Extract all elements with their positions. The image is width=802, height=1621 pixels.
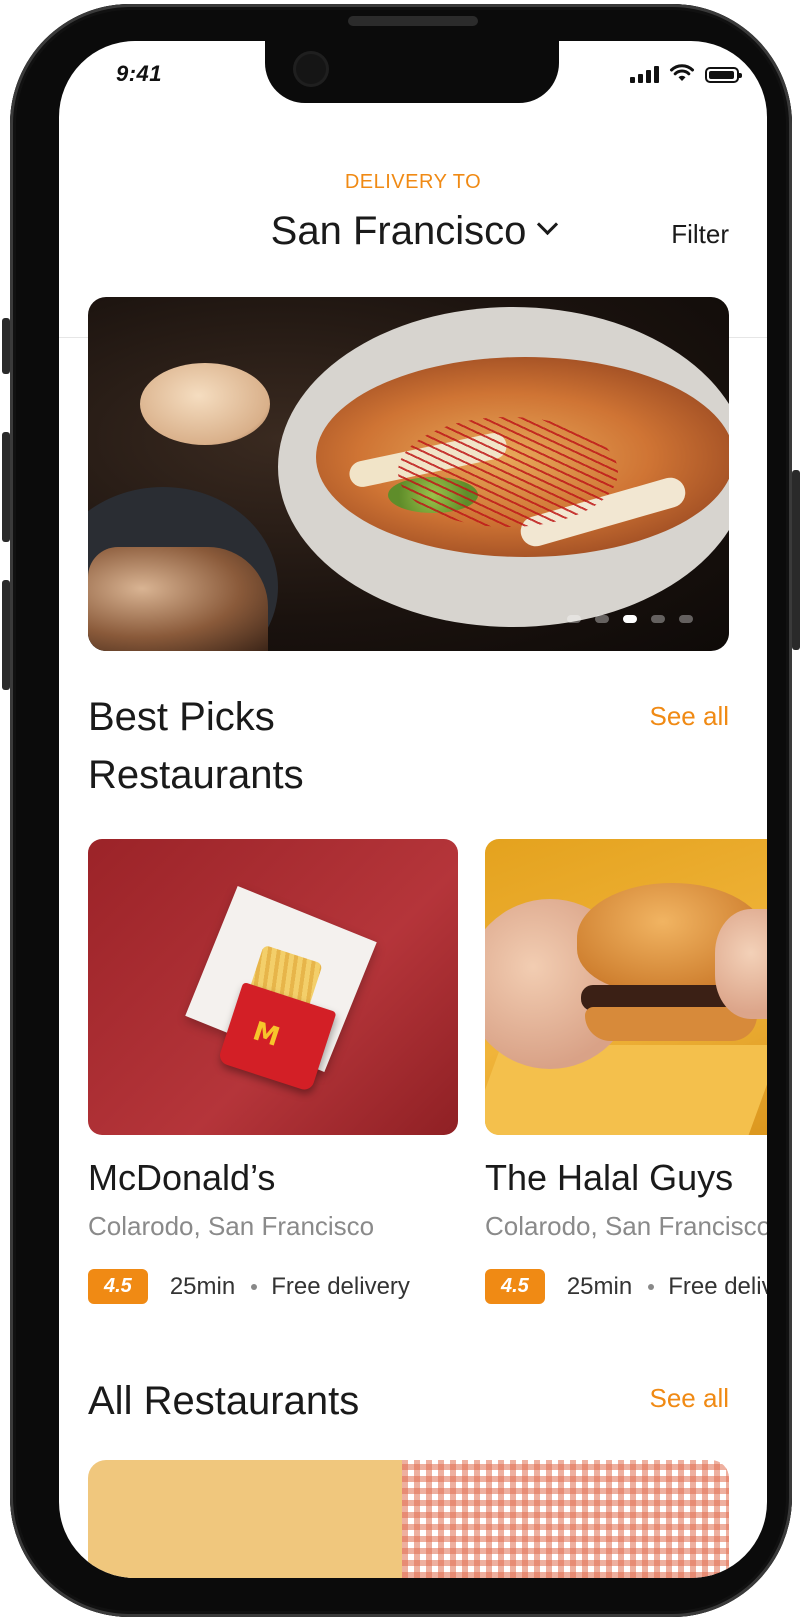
status-time: 9:41 bbox=[116, 61, 163, 86]
volume-down-button bbox=[2, 580, 10, 690]
rating-badge: 4.5 bbox=[485, 1269, 545, 1304]
section-title-line: Best Picks bbox=[88, 695, 275, 739]
restaurant-name: McDonald’s bbox=[88, 1157, 276, 1198]
front-camera bbox=[293, 51, 329, 87]
delivery-label: DELIVERY TO bbox=[344, 171, 482, 193]
carousel-dot[interactable] bbox=[567, 615, 581, 623]
delivery-fee: Free delivery bbox=[668, 1272, 767, 1300]
all-restaurants-see-all-link[interactable]: See all bbox=[650, 1383, 730, 1414]
banner-meat bbox=[88, 547, 268, 651]
location-selector[interactable]: San Francisco bbox=[59, 209, 767, 254]
chevron-down-icon bbox=[537, 213, 559, 236]
filter-button[interactable]: Filter bbox=[671, 219, 729, 250]
restaurant-address: Colarodo, San Francisco bbox=[485, 1211, 767, 1241]
location-header: DELIVERY TO San Francisco Filter bbox=[59, 131, 767, 338]
best-picks-see-all-link[interactable]: See all bbox=[650, 701, 730, 732]
section-title-all-restaurants: All Restaurants bbox=[88, 1379, 360, 1423]
carousel-dot[interactable] bbox=[595, 615, 609, 623]
volume-up-button bbox=[2, 432, 10, 542]
banner-egg bbox=[140, 363, 270, 445]
silent-switch bbox=[2, 318, 10, 374]
section-title-best-picks: Best Picks Restaurants bbox=[88, 688, 304, 804]
status-icons bbox=[630, 63, 742, 83]
delivery-time: 25min bbox=[169, 1272, 236, 1300]
signal-icon bbox=[630, 65, 659, 83]
rating-badge: 4.5 bbox=[88, 1269, 148, 1304]
speaker bbox=[348, 16, 478, 26]
carousel-dot[interactable] bbox=[679, 615, 693, 623]
restaurant-card-image[interactable] bbox=[88, 1460, 729, 1578]
carousel-dot-active[interactable] bbox=[623, 615, 637, 623]
restaurant-image bbox=[485, 839, 767, 1135]
separator-dot bbox=[251, 1283, 258, 1290]
delivery-time: 25min bbox=[566, 1272, 633, 1300]
delivery-fee: Free delivery bbox=[271, 1272, 410, 1300]
notch bbox=[265, 41, 559, 103]
hero-banner[interactable] bbox=[88, 297, 729, 651]
location-name: San Francisco bbox=[270, 209, 527, 253]
restaurant-card[interactable]: M McDonald’s Colarodo, San Francisco 4.5… bbox=[88, 839, 458, 1304]
restaurant-card[interactable]: The Halal Guys Colarodo, San Francisco 4… bbox=[485, 839, 767, 1304]
restaurant-name: The Halal Guys bbox=[485, 1157, 734, 1198]
power-button bbox=[792, 470, 800, 650]
restaurant-meta: 4.5 25min Free delivery bbox=[88, 1269, 410, 1304]
restaurant-address: Colarodo, San Francisco bbox=[88, 1211, 375, 1241]
battery-icon bbox=[705, 67, 742, 83]
restaurant-meta: 4.5 25min Free delivery bbox=[485, 1269, 767, 1304]
section-title-line: Restaurants bbox=[88, 753, 304, 797]
carousel-dot[interactable] bbox=[651, 615, 665, 623]
carousel-dots bbox=[567, 615, 693, 623]
phone-frame: 9:41 DELIVERY TO San Francisco Filter Be… bbox=[10, 4, 792, 1617]
separator-dot bbox=[648, 1283, 655, 1290]
app-screen: 9:41 DELIVERY TO San Francisco Filter Be… bbox=[59, 41, 767, 1578]
banner-chili-threads bbox=[398, 417, 618, 527]
restaurant-image: M bbox=[88, 839, 458, 1135]
wifi-icon bbox=[670, 64, 694, 81]
